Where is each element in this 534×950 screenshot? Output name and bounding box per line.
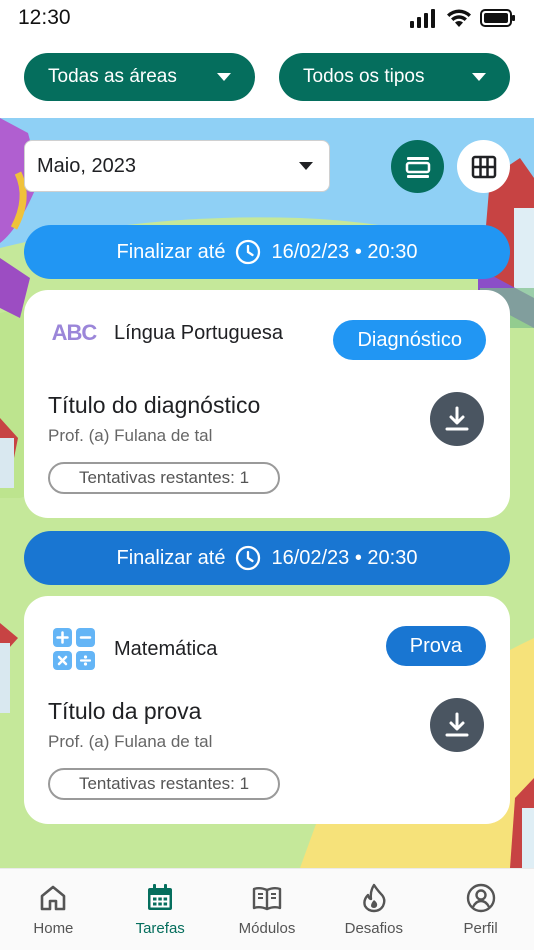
deadline-value: 16/02/23 • 20:30	[271, 240, 418, 263]
nav-item-home[interactable]: Home	[0, 869, 107, 950]
clock-icon	[236, 545, 261, 571]
status-bar: 12:30	[0, 0, 534, 36]
list-view-button[interactable]	[391, 140, 444, 193]
type-filter-label: Todos os tipos	[303, 66, 425, 87]
type-filter-dropdown[interactable]: Todos os tipos	[279, 53, 510, 101]
profile-icon	[466, 883, 495, 913]
nav-label: Desafios	[344, 920, 403, 937]
signal-icon	[410, 9, 435, 28]
abc-icon: ABC	[51, 320, 98, 345]
area-filter-label: Todas as áreas	[48, 66, 177, 87]
month-select[interactable]: Maio, 2023	[24, 140, 330, 192]
nav-item-tarefas[interactable]: Tarefas	[107, 869, 214, 950]
status-time: 12:30	[18, 6, 71, 29]
task-type-badge: Diagnóstico	[333, 320, 486, 360]
book-icon	[252, 887, 282, 911]
month-select-value: Maio, 2023	[37, 154, 136, 177]
download-icon	[445, 712, 469, 737]
nav-label: Módulos	[238, 920, 296, 937]
area-filter-dropdown[interactable]: Todas as áreas	[24, 53, 255, 101]
task-card[interactable]: ABC Língua Portuguesa Diagnóstico Título…	[24, 290, 510, 518]
nav-label: Tarefas	[135, 920, 185, 937]
clock-icon	[236, 239, 261, 265]
subject-name: Matemática	[114, 637, 218, 660]
deadline-banner: Finalizar até 16/02/23 • 20:30	[24, 225, 510, 279]
attempts-remaining: Tentativas restantes: 1	[48, 768, 280, 800]
deadline-prefix: Finalizar até	[116, 546, 226, 569]
list-view-icon	[405, 156, 430, 178]
chevron-down-icon	[299, 162, 313, 170]
nav-label: Perfil	[463, 920, 498, 937]
attempts-remaining: Tentativas restantes: 1	[48, 462, 280, 494]
download-button[interactable]	[430, 392, 484, 446]
deadline-value: 16/02/23 • 20:30	[271, 546, 418, 569]
task-type-badge: Prova	[385, 626, 486, 666]
deadline-prefix: Finalizar até	[116, 240, 226, 263]
chevron-down-icon	[217, 73, 231, 81]
bottom-navigation: Home Tarefas Módulos Desafios Perfil	[0, 868, 534, 950]
teacher-name: Prof. (a) Fulana de tal	[48, 732, 213, 751]
nav-item-desafios[interactable]: Desafios	[320, 869, 427, 950]
nav-item-modulos[interactable]: Módulos	[214, 869, 321, 950]
grid-view-icon	[471, 155, 496, 178]
deadline-banner: Finalizar até 16/02/23 • 20:30	[24, 531, 510, 585]
subject-row: Matemática	[48, 626, 217, 672]
calculator-icon	[53, 628, 95, 670]
home-icon	[41, 885, 66, 911]
task-title: Título da prova	[48, 698, 202, 724]
battery-icon	[480, 9, 515, 27]
subject-name: Língua Portuguesa	[114, 321, 284, 344]
teacher-name: Prof. (a) Fulana de tal	[48, 426, 213, 445]
nav-item-perfil[interactable]: Perfil	[427, 869, 534, 950]
grid-view-button[interactable]	[457, 140, 510, 193]
nav-label: Home	[33, 920, 74, 937]
download-button[interactable]	[430, 698, 484, 752]
subject-row: ABC Língua Portuguesa	[48, 320, 283, 346]
task-card[interactable]: Matemática Prova Título da prova Prof. (…	[24, 596, 510, 824]
flame-icon	[363, 883, 386, 913]
chevron-down-icon	[472, 73, 486, 81]
filter-row: Todas as áreas Todos os tipos	[0, 36, 534, 118]
wifi-icon	[447, 9, 471, 27]
calendar-icon	[148, 884, 173, 910]
download-icon	[445, 406, 469, 431]
task-title: Título do diagnóstico	[48, 392, 261, 418]
status-icons	[410, 8, 516, 28]
